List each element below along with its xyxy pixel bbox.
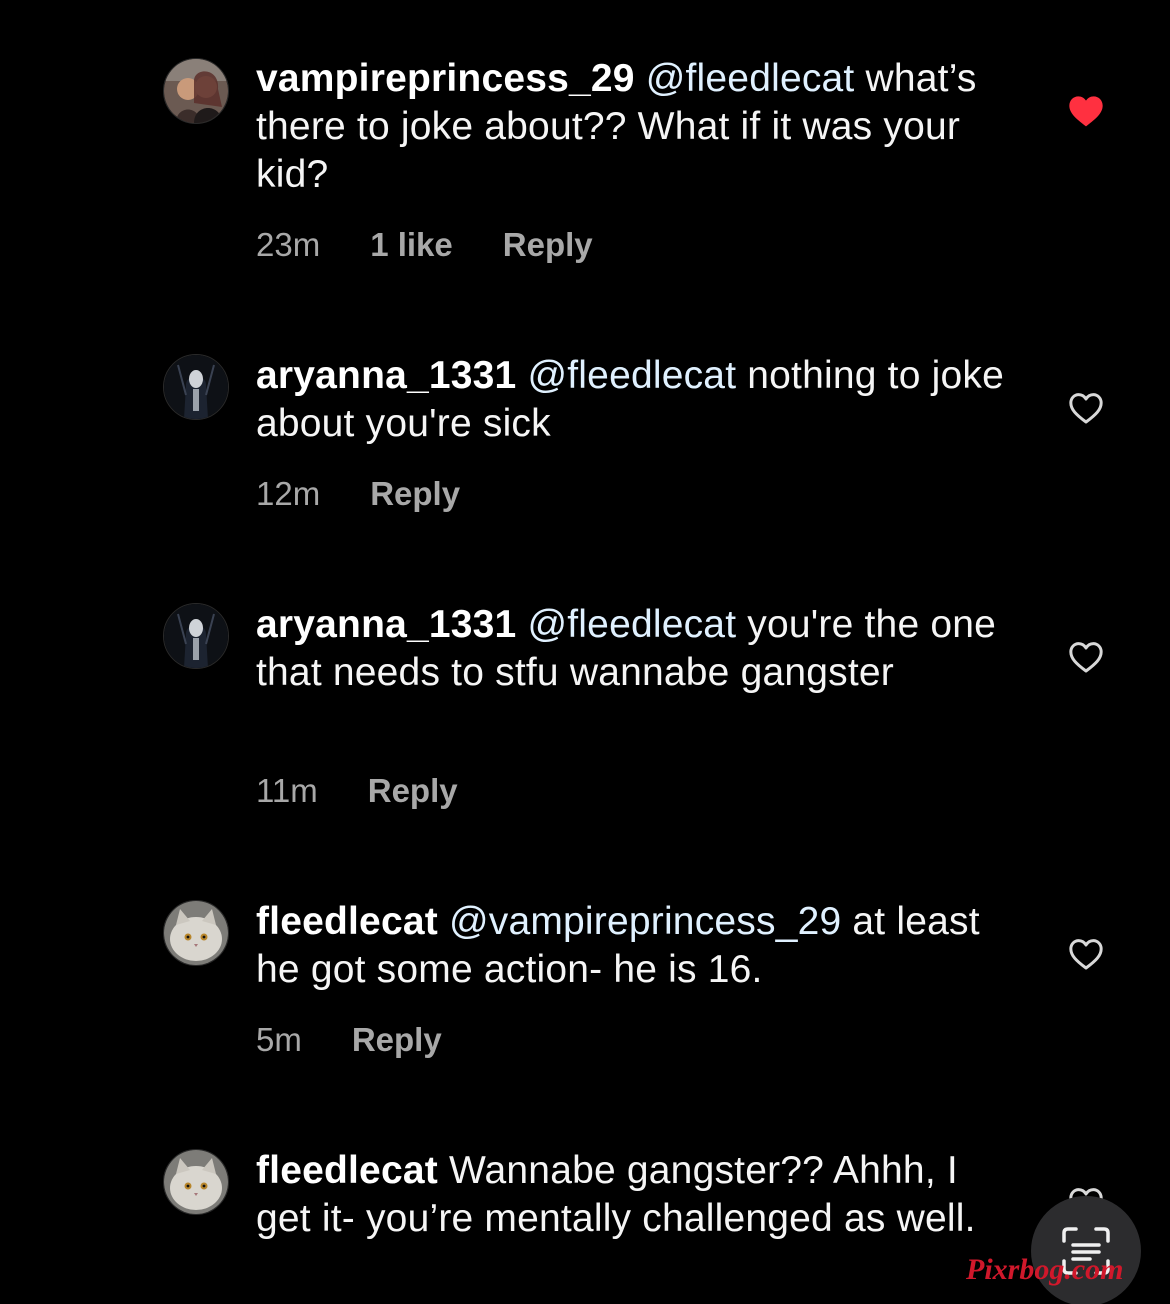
avatar-photo-cat (164, 901, 228, 965)
comment-text: aryanna_1331 @fleedlecat nothing to joke… (256, 352, 1016, 448)
comment-like-count[interactable]: 1 like (370, 225, 453, 265)
comment-meta: 12m Reply (256, 474, 460, 514)
comment-username[interactable]: fleedlecat (256, 900, 438, 943)
comment-meta: 11m Reply (256, 771, 458, 811)
avatar[interactable] (163, 900, 229, 966)
comments-screen: vampireprincess_29 @fleedlecat what’s th… (0, 0, 1170, 1304)
avatar[interactable] (163, 603, 229, 669)
avatar-photo-dark-figure (164, 355, 228, 419)
like-button[interactable] (1066, 91, 1106, 131)
watermark-logo: Pixrbog.com (966, 1253, 1124, 1286)
reply-button[interactable]: Reply (352, 1020, 442, 1060)
comment-text: vampireprincess_29 @fleedlecat what’s th… (256, 55, 1016, 199)
comment-meta: 5m Reply (256, 1020, 442, 1060)
reply-button[interactable]: Reply (368, 771, 458, 811)
avatar[interactable] (163, 1149, 229, 1215)
comment-text: fleedlecat Wannabe gangster?? Ahhh, I ge… (256, 1147, 1016, 1243)
comment-username[interactable]: aryanna_1331 (256, 603, 516, 646)
avatar-photo-dark-figure (164, 604, 228, 668)
comment-mention[interactable]: @vampireprincess_29 (449, 900, 841, 943)
heart-outline-icon (1069, 393, 1103, 424)
comment-username[interactable]: fleedlecat (256, 1149, 438, 1192)
reply-button[interactable]: Reply (370, 474, 460, 514)
comment-mention[interactable]: @fleedlecat (527, 603, 736, 646)
avatar-photo-cat (164, 1150, 228, 1214)
comment-username[interactable]: vampireprincess_29 (256, 57, 635, 100)
comment-mention[interactable]: @fleedlecat (527, 354, 736, 397)
heart-outline-icon (1069, 642, 1103, 673)
like-button[interactable] (1066, 637, 1106, 677)
avatar[interactable] (163, 58, 229, 124)
reply-button[interactable]: Reply (503, 225, 593, 265)
heart-filled-icon (1069, 96, 1103, 127)
comment-timestamp: 11m (256, 772, 318, 809)
scan-text-button[interactable] (1031, 1196, 1141, 1304)
comment-timestamp: 23m (256, 226, 321, 263)
comment-username[interactable]: aryanna_1331 (256, 354, 516, 397)
heart-outline-icon (1069, 939, 1103, 970)
comment-timestamp: 12m (256, 475, 321, 512)
comment-text: fleedlecat @vampireprincess_29 at least … (256, 898, 1016, 994)
comment-text: aryanna_1331 @fleedlecat you're the one … (256, 601, 1016, 697)
comment-timestamp: 5m (256, 1021, 302, 1058)
comment-mention[interactable]: @fleedlecat (646, 57, 855, 100)
avatar[interactable] (163, 354, 229, 420)
avatar-photo-two-people (164, 59, 228, 123)
comment-meta: 23m 1 like Reply (256, 225, 593, 265)
like-button[interactable] (1066, 934, 1106, 974)
like-button[interactable] (1066, 388, 1106, 428)
